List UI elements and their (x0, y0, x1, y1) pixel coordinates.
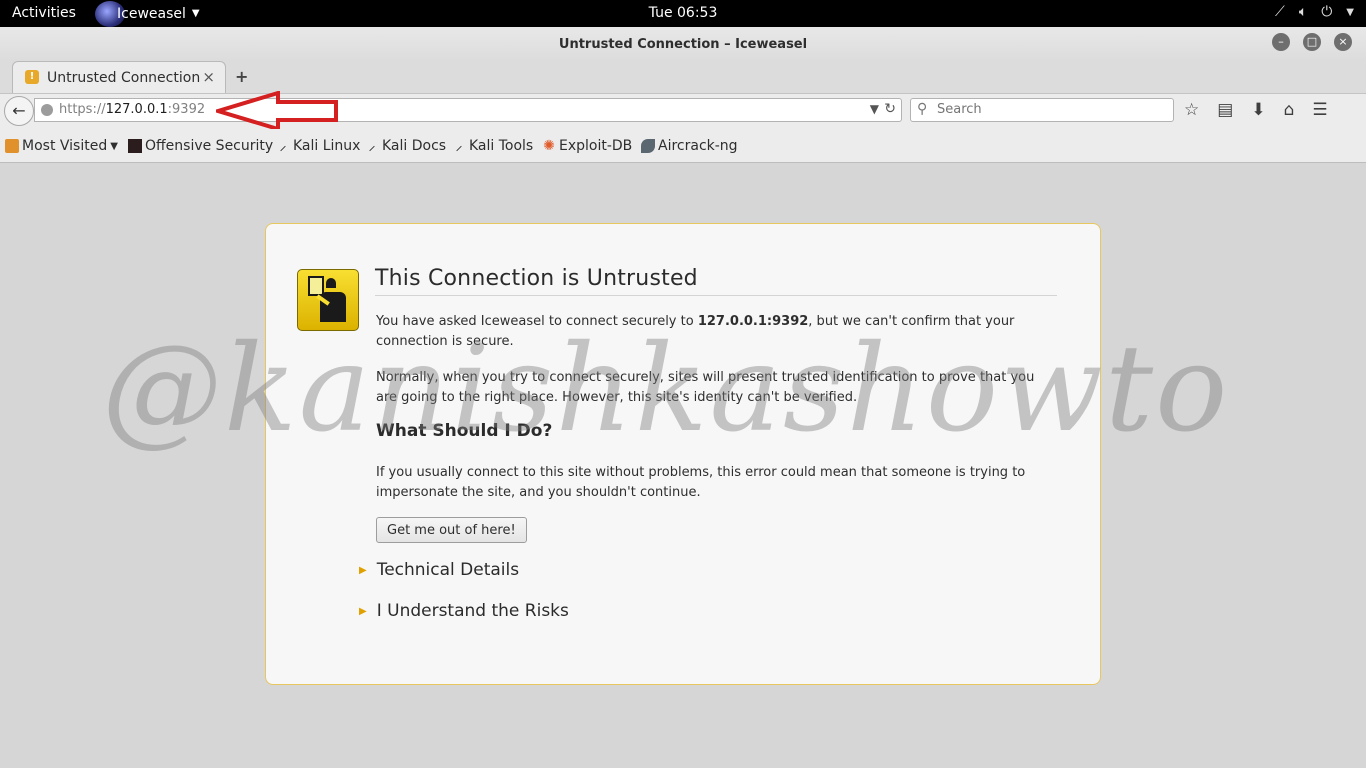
volume-icon: 🔈︎ (1298, 4, 1308, 20)
expander-label: I Understand the Risks (376, 601, 569, 621)
warning-favicon-icon: ! (25, 70, 39, 84)
offsec-icon (128, 139, 142, 153)
chevron-down-icon: ▼ (110, 140, 118, 152)
power-icon: ⏻ (1321, 4, 1333, 20)
what-should-i-do-heading: What Should I Do? (376, 421, 553, 441)
bookmark-offensive-security[interactable]: Offensive Security (128, 138, 273, 154)
tab-label: Untrusted Connection (47, 70, 201, 86)
error-title: This Connection is Untrusted (375, 266, 698, 291)
url-protocol: https:// (59, 102, 106, 117)
exploitdb-icon: ✺ (543, 138, 555, 154)
bookmark-kali-docs[interactable]: ⸝ Kali Docs (365, 138, 447, 154)
error-description: You have asked Iceweasel to connect secu… (376, 312, 1046, 352)
close-icon[interactable]: × (1334, 33, 1352, 51)
title-divider (375, 295, 1057, 296)
caret-down-icon: ▼ (1346, 7, 1354, 18)
bookmark-label: Aircrack-ng (658, 138, 738, 154)
bookmark-label: Kali Tools (469, 138, 534, 154)
description-text: You have asked Iceweasel to connect secu… (376, 314, 698, 329)
hamburger-menu-icon[interactable]: ☰ (1312, 100, 1327, 120)
search-icon: ⚲ (917, 101, 928, 117)
network-icon: ⟋ (1275, 4, 1285, 20)
navigation-toolbar: ← https://127.0.0.1:9392 ▼ ↻ ⚲ ☆ ▤ ⬇ ⌂ ☰ (0, 93, 1366, 130)
error-card: This Connection is Untrusted You have as… (265, 223, 1101, 685)
search-input[interactable] (935, 101, 1169, 118)
window-controls: – □ × (1272, 33, 1352, 51)
new-tab-icon[interactable]: + (235, 67, 248, 86)
understand-risks-expander[interactable]: ▶ I Understand the Risks (359, 601, 569, 621)
maximize-icon[interactable]: □ (1303, 33, 1321, 51)
globe-icon[interactable] (41, 104, 53, 116)
url-port: :9392 (167, 102, 206, 117)
toolbar-buttons: ☆ ▤ ⬇ ⌂ ☰ (1184, 100, 1328, 120)
expander-label: Technical Details (376, 560, 520, 580)
bookmark-label: Kali Linux (293, 138, 361, 154)
url-bar[interactable]: https://127.0.0.1:9392 ▼ ↻ (34, 98, 902, 122)
history-dropdown-icon[interactable]: ▼ (870, 102, 879, 116)
page-content: This Connection is Untrusted You have as… (0, 163, 1366, 768)
window-titlebar[interactable]: Untrusted Connection – Iceweasel – □ × (0, 27, 1366, 61)
system-tray[interactable]: ⟋ 🔈︎ ⏻ ▼ (1275, 4, 1354, 22)
target-host: 127.0.0.1:9392 (697, 314, 809, 329)
bookmark-aircrack-ng[interactable]: Aircrack-ng (641, 138, 738, 154)
downloads-icon[interactable]: ⬇ (1251, 100, 1265, 120)
bookmark-kali-linux[interactable]: ⸝ Kali Linux (276, 138, 361, 154)
tab-bar: ! Untrusted Connection × + (0, 61, 1366, 93)
bookmark-label: Kali Docs (382, 138, 447, 154)
bookmark-kali-tools[interactable]: ⸝ Kali Tools (452, 138, 534, 154)
bookmark-label: Offensive Security (145, 138, 274, 154)
window-title: Untrusted Connection – Iceweasel (558, 37, 808, 52)
bookmark-exploit-db[interactable]: ✺ Exploit-DB (542, 138, 632, 154)
search-bar[interactable]: ⚲ (910, 98, 1174, 122)
kali-dragon-icon: ⸝ (368, 138, 376, 154)
tab-close-icon[interactable]: × (202, 68, 215, 86)
gnome-top-bar: Activities Iceweasel ▼ Tue 06:53 ⟋ 🔈︎ ⏻ … (0, 0, 1366, 27)
reload-icon[interactable]: ↻ (884, 101, 896, 117)
annotation-arrow-icon (216, 91, 338, 131)
tab-untrusted-connection[interactable]: ! Untrusted Connection × (12, 61, 226, 93)
url-host: 127.0.0.1 (105, 102, 168, 117)
kali-dragon-icon: ⸝ (279, 138, 287, 154)
bookmarks-menu-icon[interactable]: ▤ (1217, 100, 1233, 120)
expand-triangle-icon: ▶ (359, 605, 367, 617)
back-button[interactable]: ← (4, 96, 34, 126)
untrusted-certificate-icon (297, 269, 359, 331)
folder-icon (5, 139, 19, 153)
home-icon[interactable]: ⌂ (1284, 100, 1295, 120)
bookmarks-toolbar: Most Visited ▼ Offensive Security ⸝ Kali… (0, 129, 1366, 163)
kali-dragon-icon: ⸝ (455, 138, 463, 154)
url-text: https://127.0.0.1:9392 (59, 102, 205, 117)
bookmark-star-icon[interactable]: ☆ (1184, 100, 1199, 120)
bookmark-label: Most Visited (22, 138, 108, 154)
technical-details-expander[interactable]: ▶ Technical Details (359, 560, 519, 580)
minimize-icon[interactable]: – (1272, 33, 1290, 51)
error-explanation: Normally, when you try to connect secure… (376, 370, 1035, 405)
bookmark-label: Exploit-DB (559, 138, 633, 154)
back-arrow-icon: ← (12, 101, 26, 120)
aircrack-icon (641, 139, 655, 153)
clock[interactable]: Tue 06:53 (0, 5, 1366, 21)
bookmark-most-visited[interactable]: Most Visited ▼ (5, 138, 118, 154)
advice-text: If you usually connect to this site with… (376, 465, 1026, 500)
expand-triangle-icon: ▶ (359, 564, 367, 576)
get-me-out-button[interactable]: Get me out of here! (376, 517, 527, 543)
